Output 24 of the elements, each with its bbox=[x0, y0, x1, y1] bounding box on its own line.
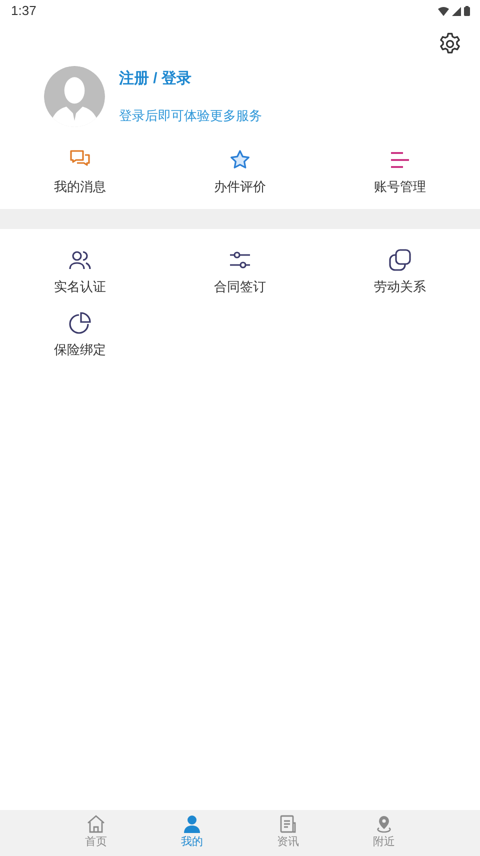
menu-item[interactable]: 账号管理 bbox=[374, 149, 426, 196]
users-icon bbox=[69, 248, 91, 270]
pie-chart-icon bbox=[69, 312, 91, 334]
sliders-icon bbox=[229, 248, 251, 270]
status-time: 1:37 bbox=[11, 2, 36, 20]
menu-item[interactable]: 实名认证 bbox=[54, 248, 106, 296]
star-icon bbox=[229, 149, 251, 171]
login-hint: 登录后即可体验更多服务 bbox=[119, 106, 262, 124]
login-link[interactable]: 注册 / 登录 bbox=[119, 68, 262, 90]
wifi-icon bbox=[438, 6, 449, 16]
menu-item[interactable]: 我的消息 bbox=[54, 149, 106, 196]
person-icon bbox=[183, 815, 201, 834]
document-icon bbox=[279, 815, 297, 834]
battery-icon bbox=[464, 6, 470, 16]
location-pin-icon bbox=[375, 815, 393, 834]
menu-item[interactable]: 保险绑定 bbox=[54, 312, 106, 360]
home-icon bbox=[87, 815, 105, 834]
menu-item[interactable]: 劳动关系 bbox=[374, 248, 426, 296]
signal-icon bbox=[452, 6, 461, 16]
copy-icon bbox=[389, 248, 411, 270]
avatar-icon bbox=[44, 66, 105, 127]
menu-item[interactable]: 办件评价 bbox=[214, 149, 266, 196]
menu-icon bbox=[389, 149, 411, 171]
menu-item[interactable]: 合同签订 bbox=[214, 248, 266, 296]
